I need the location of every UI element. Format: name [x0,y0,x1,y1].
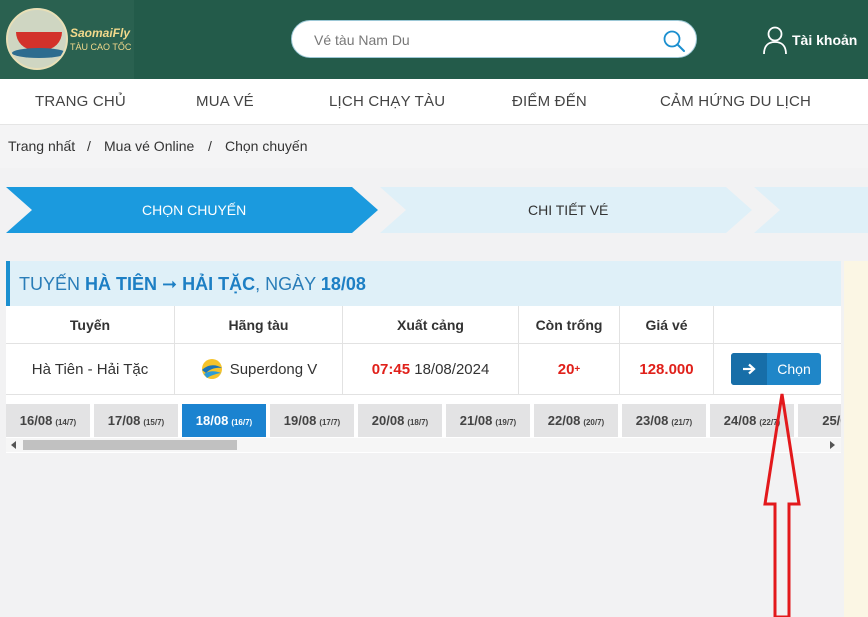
date-tab-lunar: (15/7) [143,417,165,427]
date-tab[interactable]: 16/08 (14/7) [6,404,90,437]
route-date-prefix: , NGÀY [255,274,321,294]
ticket-price: 128.000 [639,360,694,378]
search-box[interactable] [291,20,697,58]
route-arrow: ➞ [157,274,183,294]
breadcrumb-home[interactable]: Trang nhất [8,138,75,154]
date-tab[interactable]: 17/08 (15/7) [94,404,178,437]
header-operator: Hãng tàu [175,306,343,344]
date-tab-label: 16/08 [19,413,53,428]
date-tab-lunar: (17/7) [319,417,341,427]
date-tab-lunar: (18/7) [407,417,429,427]
breadcrumb-buy-online[interactable]: Mua vé Online [104,138,194,154]
nav-item-buy-ticket[interactable]: MUA VÉ [196,93,254,110]
date-tab-label: 22/08 [547,413,581,428]
select-trip-label: Chọn [777,361,811,377]
logo-emblem [6,8,68,70]
date-scrollbar[interactable] [6,438,841,452]
cell-route: Hà Tiên - Hải Tặc [6,344,175,395]
departure-time: 07:45 [371,360,411,378]
nav-item-destinations[interactable]: ĐIỂM ĐẾN [512,93,587,110]
date-tab-label: 25/08 [822,413,841,428]
search-icon[interactable] [662,29,686,53]
date-tab-lunar: (20/7) [583,417,605,427]
main-nav: TRANG CHỦ MUA VÉ LỊCH CHẠY TÀU ĐIỂM ĐẾN … [0,79,868,125]
step-ticket-details: CHI TIẾT VÉ [528,202,609,218]
account-link[interactable]: Tài khoản [762,20,857,60]
route-prefix: TUYẾN [19,274,86,294]
operator-logo-icon [201,359,222,379]
date-tab-lunar: (19/7) [495,417,517,427]
date-tab-label: 19/08 [283,413,317,428]
route-to: HẢI TẶC [182,274,256,294]
date-tab-label: 21/08 [459,413,493,428]
brand-subtitle: TÀU CAO TỐC [70,42,132,52]
search-input[interactable] [314,30,644,50]
route-title: TUYẾN HÀ TIÊN ➞ HẢI TẶC, NGÀY 18/08 [6,261,841,306]
route-date: 18/08 [320,274,366,294]
date-tab-label: 17/08 [107,413,141,428]
cell-seats: 20 + [519,344,620,395]
account-label: Tài khoản [792,32,858,48]
date-tab[interactable]: 19/08 (17/7) [270,404,354,437]
annotation-arrow-icon [763,393,801,617]
date-tab[interactable]: 23/08 (21/7) [622,404,706,437]
date-tab[interactable]: 22/08 (20/7) [534,404,618,437]
cell-departure: 07:45 18/08/2024 [343,344,519,395]
date-tab-lunar: (14/7) [55,417,77,427]
breadcrumb-separator: / [87,138,91,154]
date-tab-label: 24/08 [723,413,757,428]
scrollbar-thumb[interactable] [23,440,237,450]
step-choose-trip: CHỌN CHUYẾN [142,202,247,218]
departure-date: 18/08/2024 [414,360,490,378]
date-tab-active[interactable]: 18/08 (16/7) [182,404,266,437]
brand-logo[interactable]: SaomaiFly TÀU CAO TỐC [0,0,134,79]
seats-available: 20 [557,360,575,378]
header-route: Tuyến [6,306,175,344]
seats-plus: + [574,363,581,375]
side-panel-edge [844,261,868,617]
arrow-right-icon [731,353,767,385]
route-from: HÀ TIÊN [85,274,158,294]
steps-background [6,187,868,233]
operator-name: Superdong V [229,360,318,378]
date-tab-label: 23/08 [635,413,669,428]
wave-icon [12,48,66,58]
nav-item-travel-inspiration[interactable]: CẢM HỨNG DU LỊCH [660,93,811,110]
brand-name: SaomaiFly [70,26,131,40]
date-tab-lunar: (16/7) [231,417,253,427]
date-tab[interactable]: 21/08 (19/7) [446,404,530,437]
nav-item-schedule[interactable]: LỊCH CHẠY TÀU [329,93,445,110]
date-tab[interactable]: 20/08 (18/7) [358,404,442,437]
date-selector: 16/08 (14/7) 17/08 (15/7) 18/08 (16/7) 19/0… [6,404,841,437]
user-icon [763,26,787,55]
select-trip-button[interactable]: Chọn [731,353,821,385]
header-departure: Xuất cảng [343,306,519,344]
breadcrumb-current: Chọn chuyến [225,138,308,154]
breadcrumb-separator: / [208,138,212,154]
header-price: Giá vé [620,306,714,344]
booking-steps: CHỌN CHUYẾN CHI TIẾT VÉ [0,187,868,233]
site-header: SaomaiFly TÀU CAO TỐC Tài khoản [0,0,868,79]
cell-operator: Superdong V [175,344,343,395]
cell-price: 128.000 [620,344,714,395]
nav-item-home[interactable]: TRANG CHỦ [35,93,126,110]
scroll-right-icon[interactable] [830,441,835,449]
scroll-left-icon[interactable] [11,441,16,449]
date-tab[interactable]: 25/08 [798,404,841,437]
date-tab-label: 18/08 [195,413,229,428]
header-seats: Còn trống [519,306,620,344]
date-tab-lunar: (21/7) [671,417,693,427]
date-tab-label: 20/08 [371,413,405,428]
breadcrumb: Trang nhất / Mua vé Online / Chọn chuyến [0,125,868,168]
header-action [714,306,841,344]
